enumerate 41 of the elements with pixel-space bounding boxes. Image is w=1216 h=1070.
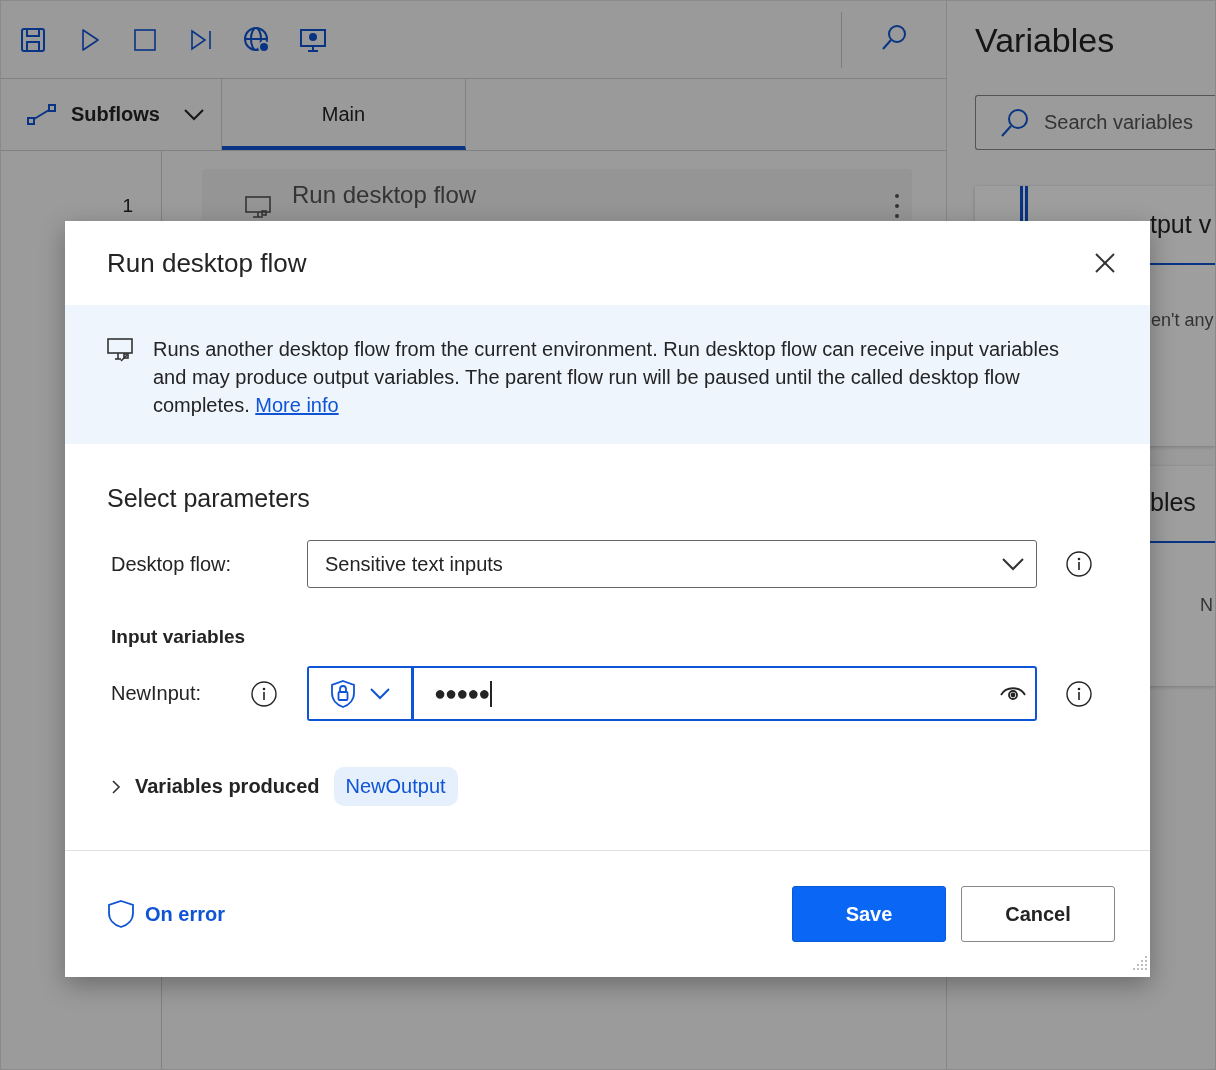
desktop-flow-icon: [244, 193, 274, 220]
search-icon: [1000, 107, 1030, 138]
variables-produced-toggle[interactable]: Variables produced: [107, 775, 320, 798]
info-icon[interactable]: [1066, 551, 1092, 577]
globe-icon[interactable]: [243, 25, 271, 54]
info-icon[interactable]: [1066, 680, 1092, 707]
panel-title: Variables: [975, 21, 1116, 61]
tab[interactable]: Main: [222, 79, 466, 150]
save-button[interactable]: Save: [792, 886, 946, 942]
resize-grip-icon[interactable]: [1130, 953, 1148, 971]
more-info-link[interactable]: More info: [255, 394, 339, 416]
section-text: en't any: [1151, 310, 1214, 331]
section-text: N: [1200, 595, 1213, 616]
more-icon[interactable]: [894, 193, 900, 219]
variable-tag[interactable]: NewOutput: [333, 767, 458, 806]
subsection-heading: Input variables: [110, 625, 247, 649]
password-input-field[interactable]: ●●●●●: [307, 666, 1037, 721]
input-type-dropdown[interactable]: [309, 668, 414, 719]
section-title: Select parameters: [107, 484, 311, 514]
on-error-link[interactable]: On error: [107, 899, 226, 929]
chevron-icon: [370, 687, 390, 700]
info-icon[interactable]: [251, 680, 277, 707]
subflows-icon: [27, 103, 57, 126]
desktop-flow-dropdown[interactable]: Sensitive text inputs: [307, 540, 1037, 588]
search-icon[interactable]: [880, 23, 908, 52]
eye-icon[interactable]: [999, 684, 1027, 703]
field-label: Desktop flow:: [111, 552, 232, 576]
cancel-button[interactable]: Cancel: [961, 886, 1115, 942]
chevron-icon: [1002, 557, 1024, 571]
step-title: Run desktop flow: [292, 181, 477, 209]
flow-step[interactable]: Run desktop flow: [202, 169, 912, 220]
save-icon[interactable]: [19, 25, 47, 54]
subflows-dropdown[interactable]: Subflows: [27, 103, 204, 126]
search-field[interactable]: Search variables: [975, 95, 1215, 150]
dialog-title: Run desktop flow: [107, 247, 307, 279]
shield-icon: [107, 899, 135, 929]
password-text: ●●●●●: [434, 682, 490, 705]
field-label: NewInput:: [111, 682, 202, 705]
shield-lock-icon: [330, 678, 356, 709]
description-text: Runs another desktop flow from the current environment. Run desktop flow can receive input variables and may produce output variables. The parent flow run will be paused until the called desktop flow completes. More info: [153, 337, 1061, 418]
line-number: 1: [121, 195, 133, 217]
